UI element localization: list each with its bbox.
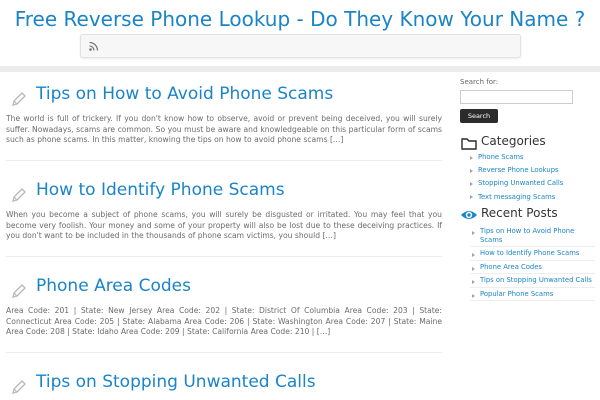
rss-icon[interactable] [89, 41, 99, 51]
search-label: Search for: [460, 78, 499, 86]
post-title-link[interactable]: Phone Area Codes [36, 276, 191, 296]
category-item[interactable]: Text messaging Scams [460, 191, 595, 204]
chevron-right-icon [470, 181, 473, 186]
search-button[interactable]: Search [460, 109, 498, 123]
recent-posts-title: Recent Posts [481, 206, 558, 220]
category-item[interactable]: Phone Scams [460, 151, 595, 164]
post-title-link[interactable]: Tips on How to Avoid Phone Scams [36, 84, 333, 104]
chevron-right-icon [472, 266, 475, 271]
recent-post-link[interactable]: Phone Area Codes [480, 263, 542, 271]
post-divider [6, 256, 442, 257]
recent-post-item[interactable]: Phone Area Codes [460, 261, 595, 274]
chevron-right-icon [472, 231, 475, 235]
chevron-right-icon [472, 253, 475, 257]
nav-bar [80, 34, 521, 58]
category-item[interactable]: Reverse Phone Lookups [460, 164, 595, 177]
post-divider [6, 160, 442, 161]
recent-post-link[interactable]: How to Identify Phone Scams [480, 249, 579, 257]
recent-post-link[interactable]: Tips on Stopping Unwanted Calls [480, 276, 592, 284]
pencil-icon [12, 92, 26, 106]
post-excerpt: When you become a subject of phone scams… [6, 210, 442, 240]
search-input[interactable] [460, 90, 573, 104]
post-1: Tips on How to Avoid Phone Scams The wor… [6, 84, 442, 146]
post-excerpt: The world is full of trickery. If you do… [6, 114, 442, 144]
site-title[interactable]: Free Reverse Phone Lookup - Do They Know… [0, 7, 600, 31]
pencil-icon [12, 380, 26, 394]
post-4: Tips on Stopping Unwanted Calls [6, 372, 442, 400]
recent-post-item[interactable]: Popular Phone Scams [460, 288, 595, 301]
folder-icon [461, 138, 477, 150]
pencil-icon [12, 188, 26, 202]
post-3: Phone Area Codes Area Code: 201 | State:… [6, 276, 442, 338]
recent-post-item[interactable]: Tips on Stopping Unwanted Calls [460, 274, 595, 288]
sidebar: Search for: Search Categories Phone Scam… [460, 72, 600, 400]
recent-post-link[interactable]: Popular Phone Scams [480, 290, 553, 298]
chevron-right-icon [470, 168, 473, 173]
category-link[interactable]: Reverse Phone Lookups [478, 166, 559, 174]
recent-post-item[interactable]: How to Identify Phone Scams [460, 247, 595, 261]
chevron-right-icon [472, 293, 475, 298]
post-title-link[interactable]: How to Identify Phone Scams [36, 180, 285, 200]
chevron-right-icon [470, 195, 473, 200]
chevron-right-icon [470, 155, 473, 160]
category-link[interactable]: Phone Scams [478, 153, 524, 161]
main-content: Tips on How to Avoid Phone Scams The wor… [0, 72, 446, 400]
category-link[interactable]: Stopping Unwanted Calls [478, 179, 563, 187]
post-2: How to Identify Phone Scams When you bec… [6, 180, 442, 242]
recent-post-item[interactable]: Tips on How to Avoid Phone Scams [460, 225, 595, 247]
post-divider [6, 352, 442, 353]
chevron-right-icon [472, 280, 475, 284]
post-title-link[interactable]: Tips on Stopping Unwanted Calls [36, 372, 316, 392]
post-excerpt: Area Code: 201 | State: New Jersey Area … [6, 306, 442, 336]
pencil-icon [12, 284, 26, 298]
category-link[interactable]: Text messaging Scams [478, 193, 555, 201]
recent-posts-list: Tips on How to Avoid Phone Scams How to … [460, 225, 595, 301]
category-item[interactable]: Stopping Unwanted Calls [460, 177, 595, 190]
recent-post-link[interactable]: Tips on How to Avoid Phone Scams [480, 227, 574, 244]
eye-icon [461, 211, 477, 219]
categories-list: Phone Scams Reverse Phone Lookups Stoppi… [460, 151, 595, 204]
categories-title: Categories [481, 134, 546, 148]
